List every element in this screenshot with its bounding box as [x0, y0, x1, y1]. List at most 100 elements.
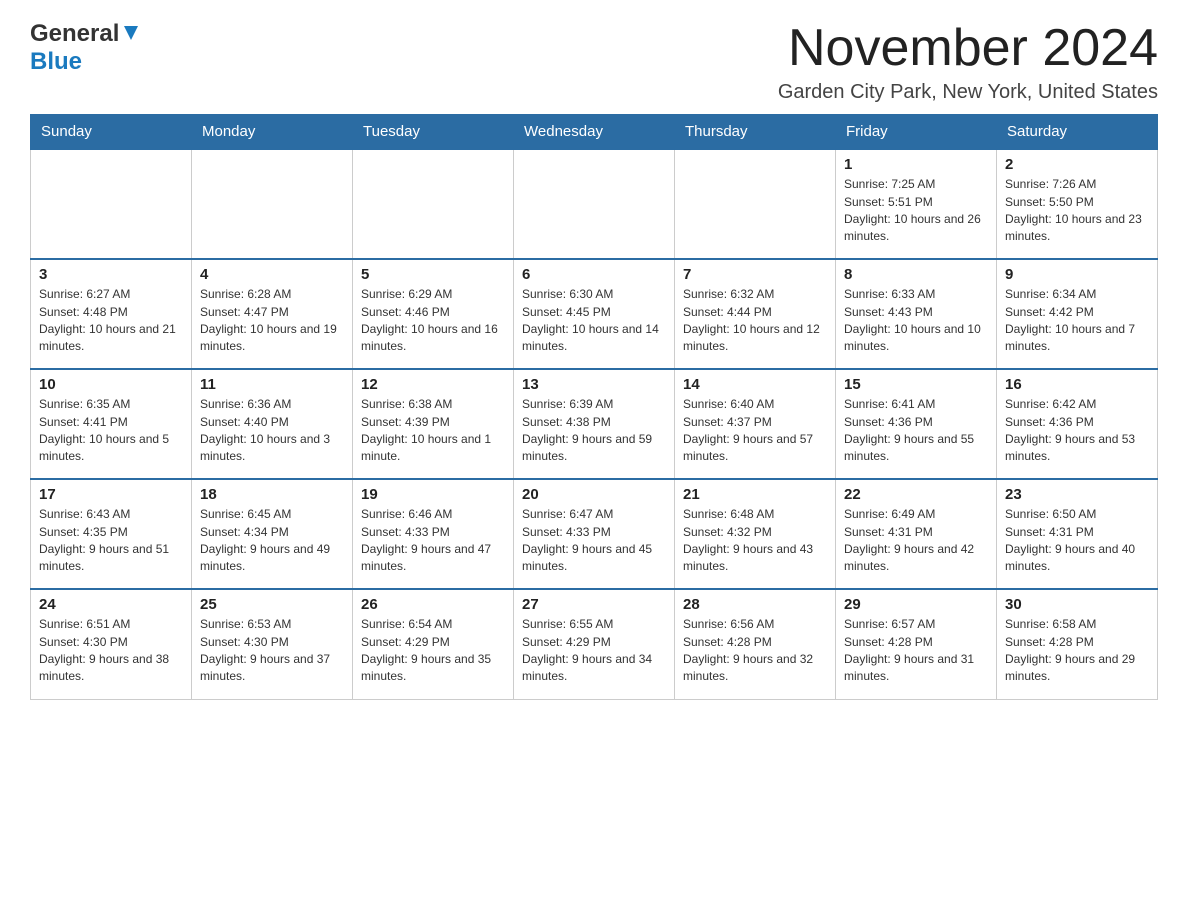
day-info: Sunrise: 6:36 AM Sunset: 4:40 PM Dayligh…: [200, 396, 344, 466]
table-row: 29 Sunrise: 6:57 AM Sunset: 4:28 PM Dayli…: [836, 589, 997, 699]
header-friday: Friday: [836, 115, 997, 150]
logo-general-text: General: [30, 20, 119, 48]
day-info: Sunrise: 6:35 AM Sunset: 4:41 PM Dayligh…: [39, 396, 183, 466]
table-row: 27Sunrise: 6:55 AM Sunset: 4:29 PM Dayli…: [514, 589, 675, 699]
table-row: 18 Sunrise: 6:45 AM Sunset: 4:34 PM Dayli…: [192, 479, 353, 589]
day-info: Sunrise: 6:43 AM Sunset: 4:35 PM Dayligh…: [39, 506, 183, 576]
day-info: Sunrise: 6:51 AM Sunset: 4:30 PM Dayligh…: [39, 616, 183, 686]
day-number: 6: [522, 266, 666, 283]
table-row: 17 Sunrise: 6:43 AM Sunset: 4:35 PM Dayli…: [31, 479, 192, 589]
table-row: 25 Sunrise: 6:53 AM Sunset: 4:30 PM Dayli…: [192, 589, 353, 699]
calendar-table: Sunday Monday Tuesday Wednesday Thursday…: [30, 114, 1158, 700]
day-number: 25: [200, 596, 344, 613]
day-number: 2: [1005, 156, 1149, 173]
day-number: 19: [361, 486, 505, 503]
day-number: 30: [1005, 596, 1149, 613]
day-info: Sunrise: 6:27 AM Sunset: 4:48 PM Dayligh…: [39, 286, 183, 356]
week-row-3: 10 Sunrise: 6:35 AM Sunset: 4:41 PM Dayli…: [31, 369, 1158, 479]
day-number: 4: [200, 266, 344, 283]
day-number: 15: [844, 376, 988, 393]
table-row: [353, 149, 514, 259]
day-number: 14: [683, 376, 827, 393]
table-row: 11 Sunrise: 6:36 AM Sunset: 4:40 PM Dayli…: [192, 369, 353, 479]
day-number: 22: [844, 486, 988, 503]
table-row: 7 Sunrise: 6:32 AM Sunset: 4:44 PM Daylig…: [675, 259, 836, 369]
table-row: [514, 149, 675, 259]
table-row: 8 Sunrise: 6:33 AM Sunset: 4:43 PM Daylig…: [836, 259, 997, 369]
table-row: 10 Sunrise: 6:35 AM Sunset: 4:41 PM Dayli…: [31, 369, 192, 479]
day-number: 28: [683, 596, 827, 613]
day-info: Sunrise: 6:47 AM Sunset: 4:33 PM Dayligh…: [522, 506, 666, 576]
table-row: 30 Sunrise: 6:58 AM Sunset: 4:28 PM Dayli…: [997, 589, 1158, 699]
day-info: Sunrise: 6:38 AM Sunset: 4:39 PM Dayligh…: [361, 396, 505, 466]
day-number: 23: [1005, 486, 1149, 503]
day-info: Sunrise: 6:55 AM Sunset: 4:29 PM Dayligh…: [522, 616, 666, 686]
table-row: 24 Sunrise: 6:51 AM Sunset: 4:30 PM Dayli…: [31, 589, 192, 699]
day-number: 11: [200, 376, 344, 393]
day-number: 24: [39, 596, 183, 613]
day-info: Sunrise: 7:26 AM Sunset: 5:50 PM Dayligh…: [1005, 176, 1149, 246]
day-info: Sunrise: 6:45 AM Sunset: 4:34 PM Dayligh…: [200, 506, 344, 576]
day-info: Sunrise: 6:49 AM Sunset: 4:31 PM Dayligh…: [844, 506, 988, 576]
day-info: Sunrise: 6:32 AM Sunset: 4:44 PM Dayligh…: [683, 286, 827, 356]
day-info: Sunrise: 6:34 AM Sunset: 4:42 PM Dayligh…: [1005, 286, 1149, 356]
day-number: 20: [522, 486, 666, 503]
header-sunday: Sunday: [31, 115, 192, 150]
day-number: 16: [1005, 376, 1149, 393]
table-row: 12 Sunrise: 6:38 AM Sunset: 4:39 PM Dayli…: [353, 369, 514, 479]
day-number: 17: [39, 486, 183, 503]
day-number: 12: [361, 376, 505, 393]
day-number: 3: [39, 266, 183, 283]
day-number: 18: [200, 486, 344, 503]
page-header: General Blue November 2024 Garden City P…: [30, 20, 1158, 104]
day-info: Sunrise: 6:40 AM Sunset: 4:37 PM Dayligh…: [683, 396, 827, 466]
day-number: 1: [844, 156, 988, 173]
table-row: 26 Sunrise: 6:54 AM Sunset: 4:29 PM Dayli…: [353, 589, 514, 699]
month-title: November 2024: [778, 20, 1158, 77]
table-row: 4 Sunrise: 6:28 AM Sunset: 4:47 PM Daylig…: [192, 259, 353, 369]
day-info: Sunrise: 6:28 AM Sunset: 4:47 PM Dayligh…: [200, 286, 344, 356]
table-row: 5Sunrise: 6:29 AM Sunset: 4:46 PM Daylig…: [353, 259, 514, 369]
day-number: 7: [683, 266, 827, 283]
table-row: 16 Sunrise: 6:42 AM Sunset: 4:36 PM Dayli…: [997, 369, 1158, 479]
header-monday: Monday: [192, 115, 353, 150]
logo-blue-text: Blue: [30, 48, 82, 75]
day-number: 21: [683, 486, 827, 503]
header-thursday: Thursday: [675, 115, 836, 150]
day-info: Sunrise: 6:53 AM Sunset: 4:30 PM Dayligh…: [200, 616, 344, 686]
table-row: 14 Sunrise: 6:40 AM Sunset: 4:37 PM Dayli…: [675, 369, 836, 479]
table-row: 15 Sunrise: 6:41 AM Sunset: 4:36 PM Dayli…: [836, 369, 997, 479]
header-tuesday: Tuesday: [353, 115, 514, 150]
table-row: 23Sunrise: 6:50 AM Sunset: 4:31 PM Dayli…: [997, 479, 1158, 589]
week-row-2: 3 Sunrise: 6:27 AM Sunset: 4:48 PM Daylig…: [31, 259, 1158, 369]
day-number: 26: [361, 596, 505, 613]
day-info: Sunrise: 6:42 AM Sunset: 4:36 PM Dayligh…: [1005, 396, 1149, 466]
day-number: 29: [844, 596, 988, 613]
title-area: November 2024 Garden City Park, New York…: [778, 20, 1158, 104]
day-info: Sunrise: 6:57 AM Sunset: 4:28 PM Dayligh…: [844, 616, 988, 686]
day-info: Sunrise: 6:56 AM Sunset: 4:28 PM Dayligh…: [683, 616, 827, 686]
logo-arrow-icon: [122, 24, 140, 47]
header-wednesday: Wednesday: [514, 115, 675, 150]
day-info: Sunrise: 6:48 AM Sunset: 4:32 PM Dayligh…: [683, 506, 827, 576]
week-row-4: 17 Sunrise: 6:43 AM Sunset: 4:35 PM Dayli…: [31, 479, 1158, 589]
table-row: 28 Sunrise: 6:56 AM Sunset: 4:28 PM Dayli…: [675, 589, 836, 699]
day-info: Sunrise: 6:46 AM Sunset: 4:33 PM Dayligh…: [361, 506, 505, 576]
day-info: Sunrise: 6:33 AM Sunset: 4:43 PM Dayligh…: [844, 286, 988, 356]
table-row: 22 Sunrise: 6:49 AM Sunset: 4:31 PM Dayli…: [836, 479, 997, 589]
day-number: 10: [39, 376, 183, 393]
table-row: 6Sunrise: 6:30 AM Sunset: 4:45 PM Daylig…: [514, 259, 675, 369]
header-saturday: Saturday: [997, 115, 1158, 150]
day-info: Sunrise: 6:41 AM Sunset: 4:36 PM Dayligh…: [844, 396, 988, 466]
table-row: [192, 149, 353, 259]
table-row: 9Sunrise: 6:34 AM Sunset: 4:42 PM Daylig…: [997, 259, 1158, 369]
table-row: [31, 149, 192, 259]
day-number: 5: [361, 266, 505, 283]
table-row: 1 Sunrise: 7:25 AM Sunset: 5:51 PM Daylig…: [836, 149, 997, 259]
day-number: 8: [844, 266, 988, 283]
day-info: Sunrise: 7:25 AM Sunset: 5:51 PM Dayligh…: [844, 176, 988, 246]
day-info: Sunrise: 6:54 AM Sunset: 4:29 PM Dayligh…: [361, 616, 505, 686]
table-row: 3 Sunrise: 6:27 AM Sunset: 4:48 PM Daylig…: [31, 259, 192, 369]
day-info: Sunrise: 6:58 AM Sunset: 4:28 PM Dayligh…: [1005, 616, 1149, 686]
table-row: 2 Sunrise: 7:26 AM Sunset: 5:50 PM Daylig…: [997, 149, 1158, 259]
